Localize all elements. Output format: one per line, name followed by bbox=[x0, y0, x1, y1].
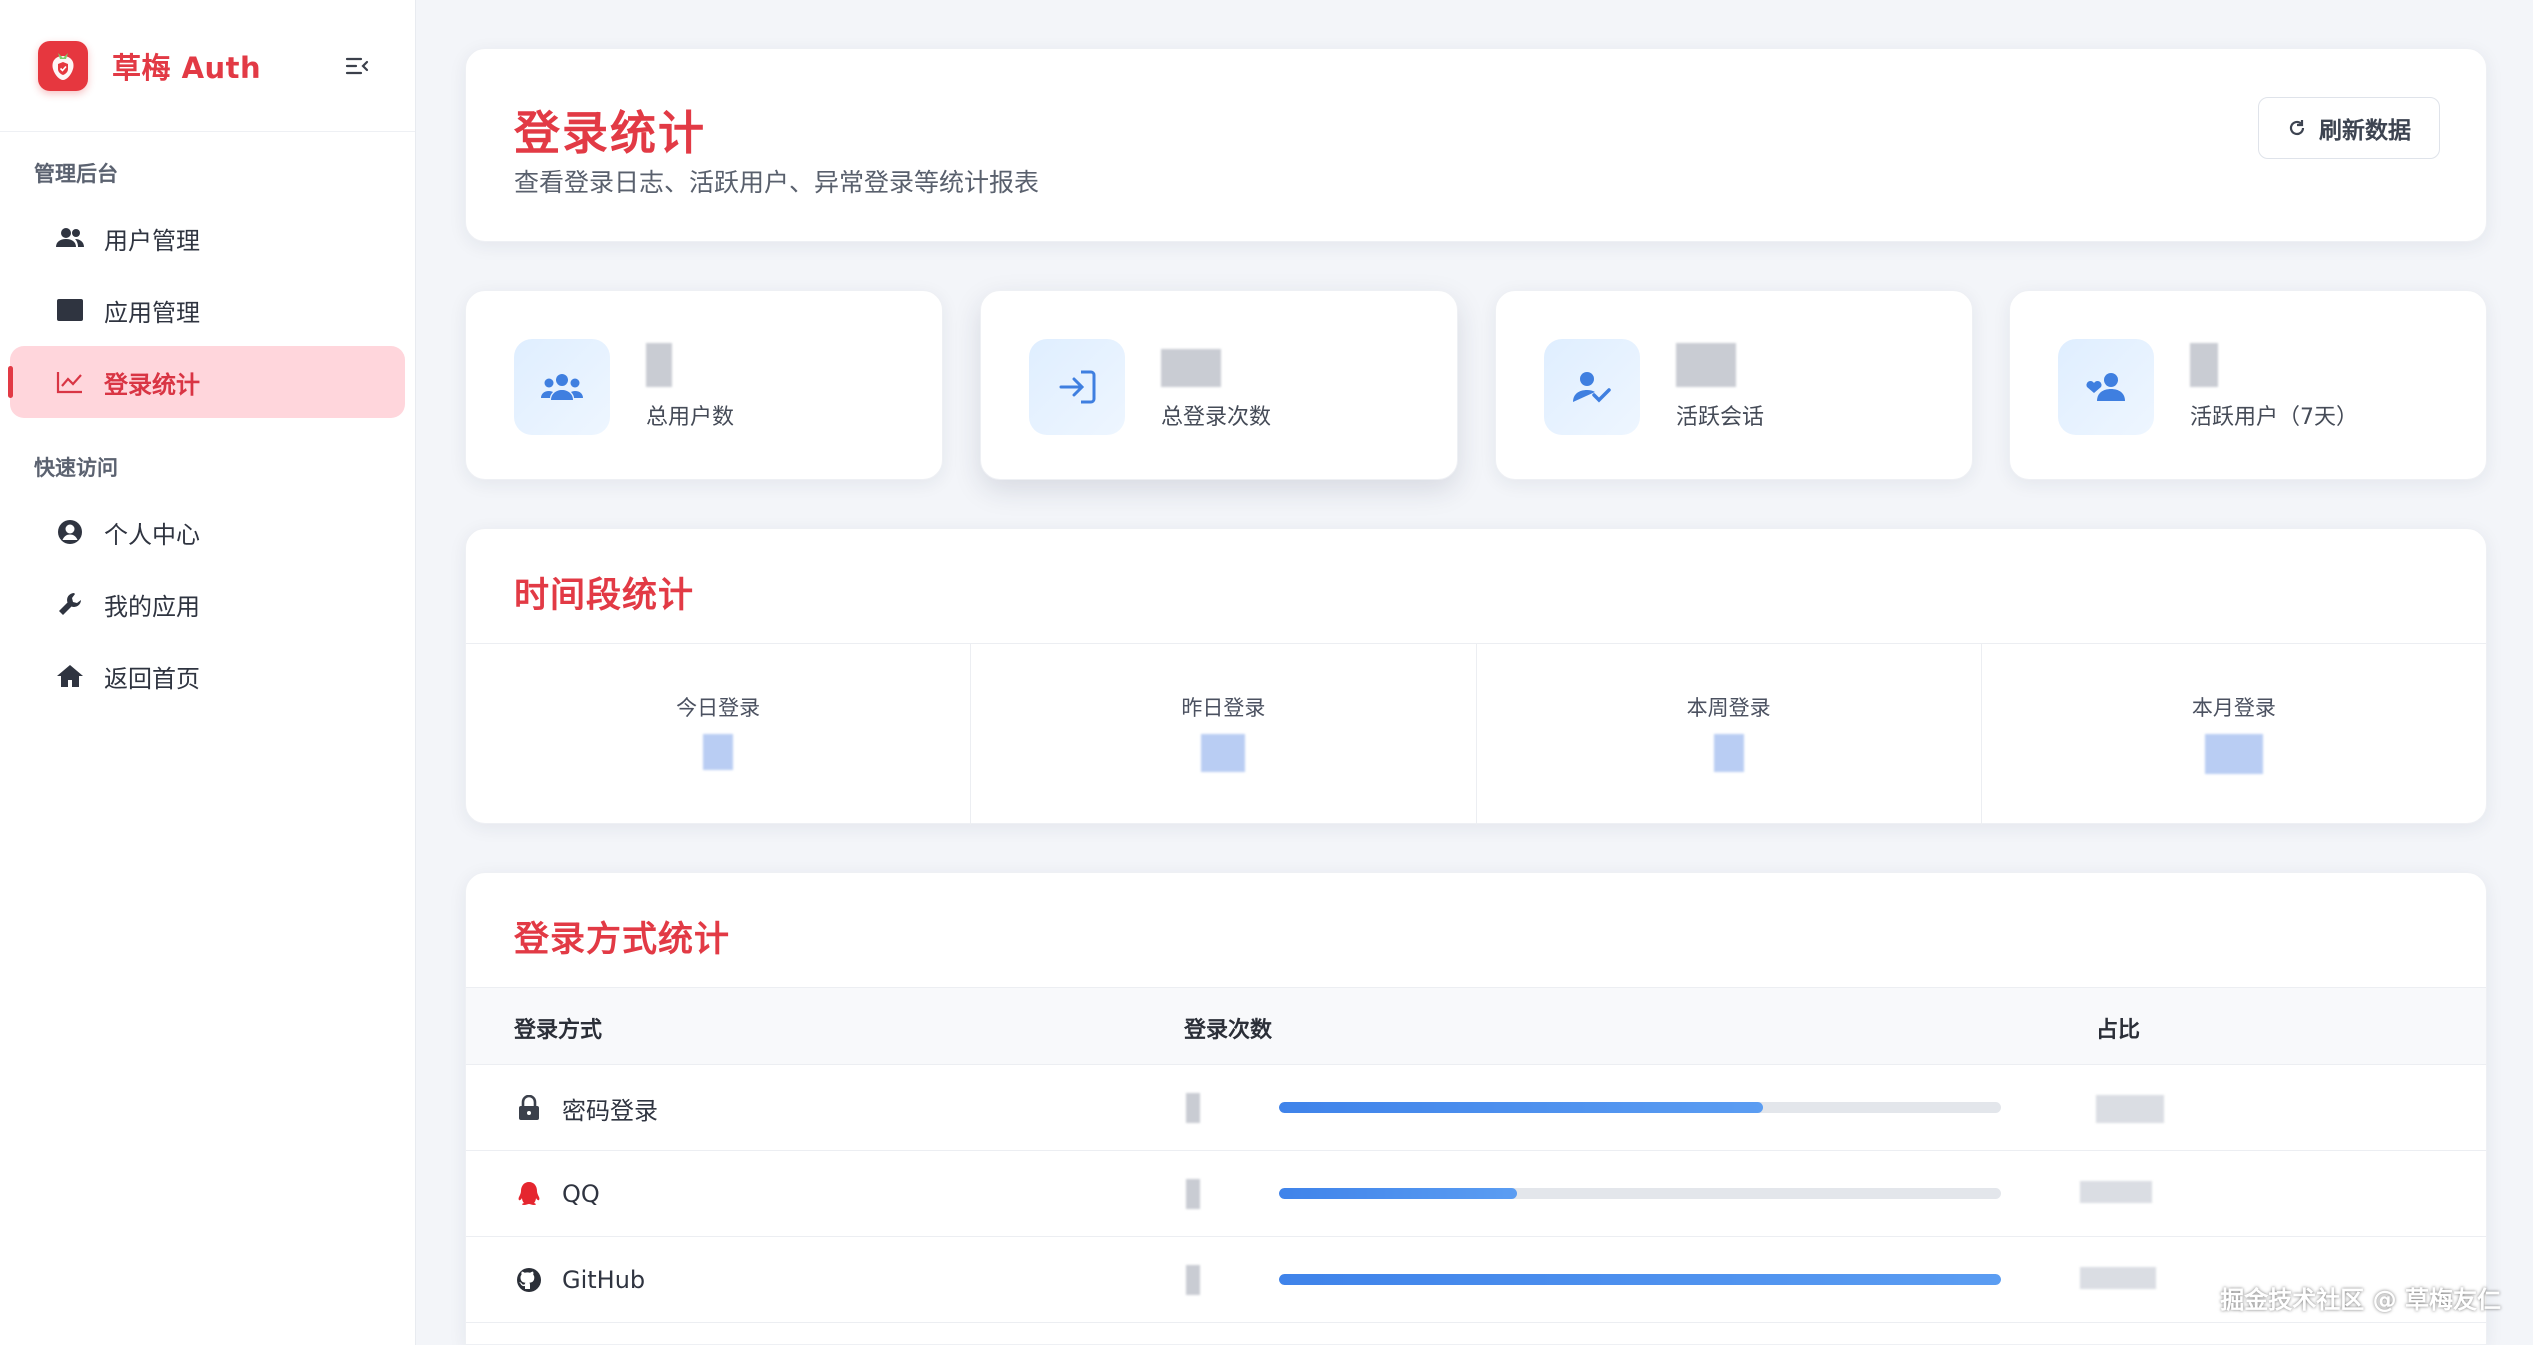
count-redacted bbox=[1186, 1093, 1200, 1127]
refresh-button[interactable]: 刷新数据 bbox=[2258, 97, 2440, 159]
stat-value-redacted bbox=[1676, 343, 1736, 387]
time-period-grid: 今日登录 昨日登录 本周登录 本月登录 bbox=[466, 643, 2486, 825]
table-row: 密码登录 bbox=[466, 1065, 2486, 1151]
strawberry-logo-icon bbox=[38, 40, 88, 91]
chart-line-icon bbox=[54, 366, 86, 398]
stat-card-active-sessions: 活跃会话 bbox=[1495, 290, 1973, 480]
count-redacted bbox=[1186, 1265, 1200, 1299]
collapse-menu-icon[interactable] bbox=[337, 46, 377, 86]
table-header: 登录方式 登录次数 占比 bbox=[466, 987, 2486, 1065]
count-redacted bbox=[1186, 1179, 1200, 1213]
share-bar bbox=[1279, 1102, 2001, 1113]
window-icon bbox=[54, 294, 86, 326]
sidebar-item-users[interactable]: 用户管理 bbox=[10, 202, 405, 274]
section-title: 时间段统计 bbox=[514, 576, 695, 616]
stat-value-redacted bbox=[1161, 347, 1221, 387]
time-cell-month: 本月登录 bbox=[1982, 644, 2486, 825]
stat-label: 总登录次数 bbox=[1161, 405, 1272, 430]
stat-label: 总用户数 bbox=[646, 405, 735, 430]
time-cell-week: 本周登录 bbox=[1477, 644, 1982, 825]
app-title: 草梅 Auth bbox=[112, 50, 262, 85]
method-name-cell: GitHub bbox=[514, 1237, 645, 1323]
time-value-redacted bbox=[1713, 734, 1744, 772]
page-title: 登录统计 bbox=[514, 106, 706, 160]
time-cell-today: 今日登录 bbox=[466, 644, 972, 825]
sidebar: 草梅 Auth 管理后台 用户管理 应用管理 登录统计 快速访问 个人中心 我的… bbox=[0, 0, 416, 1345]
share-bar bbox=[1279, 1188, 2001, 1199]
lock-icon bbox=[514, 1093, 544, 1123]
sidebar-item-label: 我的应用 bbox=[104, 592, 200, 621]
sidebar-group-admin: 管理后台 bbox=[34, 162, 118, 186]
sign-in-icon bbox=[1029, 339, 1125, 435]
table-row: QQ bbox=[466, 1151, 2486, 1237]
sidebar-item-label: 个人中心 bbox=[104, 520, 200, 549]
column-header-share: 占比 bbox=[2096, 1018, 2141, 1043]
sidebar-item-label: 登录统计 bbox=[104, 370, 200, 399]
login-method-stats: 登录方式统计 登录方式 登录次数 占比 密码登录 QQ GitHub bbox=[465, 872, 2487, 1345]
sidebar-group-quick: 快速访问 bbox=[34, 456, 118, 480]
stat-card-total-users: 总用户数 bbox=[465, 290, 943, 480]
stat-label: 活跃用户（7天） bbox=[2190, 405, 2358, 430]
users-icon bbox=[54, 222, 86, 254]
user-check-icon bbox=[1544, 339, 1640, 435]
sidebar-item-login-stats[interactable]: 登录统计 bbox=[8, 346, 405, 418]
sidebar-item-profile[interactable]: 个人中心 bbox=[10, 496, 405, 568]
time-label: 昨日登录 bbox=[1181, 696, 1266, 720]
refresh-label: 刷新数据 bbox=[2319, 117, 2411, 143]
time-value-redacted bbox=[2204, 734, 2263, 774]
time-value-redacted bbox=[1201, 734, 1246, 772]
time-period-stats: 时间段统计 今日登录 昨日登录 本周登录 本月登录 bbox=[465, 528, 2487, 825]
time-cell-yesterday: 昨日登录 bbox=[971, 644, 1477, 825]
page-header: 登录统计 查看登录日志、活跃用户、异常登录等统计报表 刷新数据 bbox=[465, 48, 2487, 242]
method-name-cell: 密码登录 bbox=[514, 1065, 658, 1151]
sidebar-item-label: 用户管理 bbox=[104, 226, 200, 255]
share-bar-fill bbox=[1279, 1274, 2001, 1285]
share-bar-fill bbox=[1279, 1188, 1518, 1199]
qq-icon bbox=[514, 1179, 544, 1209]
sidebar-item-label: 应用管理 bbox=[104, 298, 200, 327]
stat-value-redacted bbox=[2190, 343, 2218, 387]
method-name: 密码登录 bbox=[562, 1096, 658, 1125]
users-group-icon bbox=[514, 339, 610, 435]
stat-card-active-users-7d: 活跃用户（7天） bbox=[2009, 290, 2487, 480]
time-value-redacted bbox=[703, 734, 734, 770]
time-label: 今日登录 bbox=[676, 696, 761, 720]
stat-value-redacted bbox=[646, 343, 672, 387]
table-row: GitHub bbox=[466, 1237, 2486, 1323]
stat-card-total-logins: 总登录次数 bbox=[980, 290, 1458, 480]
refresh-icon bbox=[2289, 120, 2305, 136]
share-redacted bbox=[2096, 1095, 2164, 1127]
brand: 草梅 Auth bbox=[0, 0, 415, 132]
time-label: 本周登录 bbox=[1686, 696, 1771, 720]
share-bar bbox=[1279, 1274, 2001, 1285]
share-redacted bbox=[2080, 1181, 2152, 1207]
stat-label: 活跃会话 bbox=[1676, 405, 1765, 430]
user-heart-icon bbox=[2058, 339, 2154, 435]
user-circle-icon bbox=[54, 516, 86, 548]
sidebar-item-label: 返回首页 bbox=[104, 664, 200, 693]
column-header-count: 登录次数 bbox=[1184, 1018, 1273, 1043]
page-subtitle: 查看登录日志、活跃用户、异常登录等统计报表 bbox=[514, 168, 1040, 197]
watermark: 掘金技术社区 @ 草梅友仁 bbox=[2220, 1286, 2501, 1314]
column-header-method: 登录方式 bbox=[514, 1018, 603, 1043]
sidebar-item-my-apps[interactable]: 我的应用 bbox=[10, 568, 405, 640]
method-name-cell: QQ bbox=[514, 1151, 600, 1237]
time-label: 本月登录 bbox=[2191, 696, 2276, 720]
sidebar-item-home[interactable]: 返回首页 bbox=[10, 640, 405, 712]
home-icon bbox=[54, 660, 86, 692]
github-icon bbox=[514, 1265, 544, 1295]
wrench-icon bbox=[54, 588, 86, 620]
sidebar-item-apps[interactable]: 应用管理 bbox=[10, 274, 405, 346]
share-bar-fill bbox=[1279, 1102, 1763, 1113]
share-redacted bbox=[2080, 1267, 2156, 1293]
method-name: QQ bbox=[562, 1180, 600, 1208]
method-name: GitHub bbox=[562, 1266, 646, 1294]
section-title: 登录方式统计 bbox=[514, 920, 731, 960]
